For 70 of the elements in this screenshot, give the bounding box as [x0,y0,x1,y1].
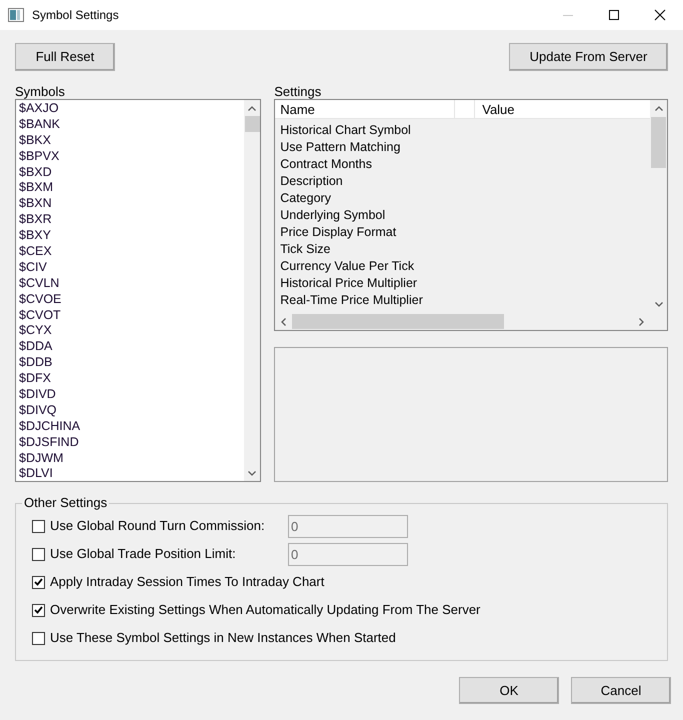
checkbox[interactable] [32,520,45,532]
symbol-item[interactable]: $DJSFIND [19,434,244,451]
symbol-item[interactable]: $DIVD [19,387,244,403]
scroll-down-icon[interactable] [248,470,256,476]
symbol-item[interactable]: $DDA [19,339,244,356]
vertical-scrollbar[interactable] [244,100,260,481]
option-label: Overwrite Existing Settings When Automatically Updating From The Server [50,601,480,620]
checkmark-icon [34,578,43,586]
symbol-item[interactable]: $DJWM [19,450,244,466]
symbol-item[interactable]: $BXN [19,196,244,212]
scroll-up-icon[interactable] [654,106,662,111]
symbol-item[interactable]: $CEX [19,244,244,260]
setting-name[interactable]: Historical Price Multiplier [280,275,650,292]
symbol-item[interactable]: $BPVX [19,148,244,165]
window-title: Symbol Settings [32,7,119,24]
scrollbar-thumb[interactable] [292,314,504,329]
setting-name[interactable]: Currency Value Per Tick [280,258,650,275]
option-label: Use Global Trade Position Limit: [50,545,237,564]
symbol-item[interactable]: $CYX [19,323,244,340]
setting-name[interactable]: Tick Size [280,241,650,258]
symbol-item[interactable]: $DDB [19,355,244,372]
setting-name[interactable]: Price Display Format [280,224,650,241]
symbols-label: Symbols [15,84,66,99]
symbol-item[interactable]: $DIVQ [19,402,244,419]
checkbox[interactable] [32,576,45,588]
input-field[interactable]: 0 [288,542,408,566]
scroll-right-icon[interactable] [639,318,644,326]
symbol-item[interactable]: $BXM [19,180,244,196]
cancel-button[interactable]: Cancel [571,677,671,704]
scroll-left-icon[interactable] [281,318,286,326]
checkmark-icon [34,606,43,614]
scroll-down-icon[interactable] [654,302,662,307]
setting-name[interactable]: Real-Time Price Multiplier [280,292,650,309]
symbol-item[interactable]: $DFX [19,371,244,388]
scrollbar-thumb[interactable] [651,117,666,168]
checkbox[interactable] [32,548,45,560]
option-label: Use These Symbol Settings in New Instances When Started [50,629,396,648]
input-field[interactable]: 0 [288,514,408,538]
symbol-item[interactable]: $CVLN [19,276,244,292]
full-reset-button[interactable]: Full Reset [15,43,115,71]
symbol-item[interactable]: $BXY [19,228,244,244]
column-header[interactable]: Name [275,100,456,118]
column-header[interactable]: Value [475,100,650,118]
group-title: Other Settings [22,495,110,511]
symbol-item[interactable]: $BANK [19,116,244,133]
symbol-item[interactable]: $DLVI [19,466,244,481]
checkbox[interactable] [32,632,45,644]
setting-name[interactable]: Category [280,190,650,207]
scroll-up-icon[interactable] [248,106,256,110]
setting-name[interactable]: Description [280,173,650,190]
setting-name[interactable]: Historical Chart Symbol [280,122,650,139]
symbol-item[interactable]: $CVOE [19,292,244,308]
symbol-item[interactable]: $AXJO [19,101,244,117]
symbol-item[interactable]: $CIV [19,260,244,276]
symbol-item[interactable]: $DJCHINA [19,418,244,435]
option-label: Apply Intraday Session Times To Intraday Chart [50,573,324,592]
setting-name[interactable]: Use Pattern Matching [280,139,650,156]
option-label: Use Global Round Turn Commission: [50,517,266,536]
update-from-server-button[interactable]: Update From Server [509,43,668,71]
setting-name[interactable]: Underlying Symbol [280,207,650,224]
symbol-item[interactable]: $CVOT [19,308,244,324]
checkbox[interactable] [32,604,45,616]
symbol-item[interactable]: $BXR [19,212,244,228]
ok-button[interactable]: OK [459,677,559,704]
settings-label: Settings [274,84,322,99]
scrollbar-thumb[interactable] [244,116,260,132]
app-icon [8,8,24,22]
symbol-item[interactable]: $BXD [19,164,244,180]
symbol-item[interactable]: $BKX [19,132,244,149]
setting-name[interactable]: Contract Months [280,156,650,173]
